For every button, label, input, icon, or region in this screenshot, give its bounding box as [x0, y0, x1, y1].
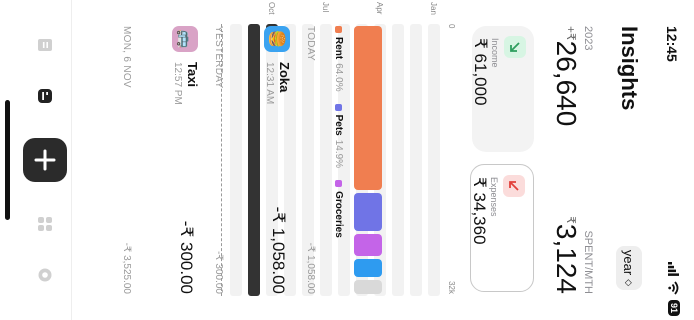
- breakdown-segment[interactable]: [354, 26, 382, 190]
- summary-year: 2023: [582, 26, 594, 51]
- day-label: MON, 6 NOV: [121, 26, 132, 88]
- day-total: -₹ 300.00: [213, 250, 224, 294]
- legend-swatch: [335, 26, 342, 33]
- breakdown-segment[interactable]: [354, 258, 382, 277]
- day-header: MON, 6 NOV -₹ 3,525.00: [116, 26, 132, 294]
- chart-month-label: Apr: [375, 2, 384, 15]
- transaction-row[interactable]: 🍔 Zoka 12:31 AM -₹ 1,058.00: [252, 26, 292, 294]
- battery-icon: 91: [668, 300, 680, 317]
- chart-month-label: Jul: [321, 2, 330, 13]
- expenses-value: ₹ 34,360: [470, 177, 489, 245]
- signal-icon: [668, 262, 680, 276]
- transaction-time: 12:57 PM: [172, 62, 183, 105]
- day-label: TODAY: [305, 26, 316, 62]
- net-value: 26,640: [551, 40, 582, 127]
- spent-prefix: ₹: [564, 216, 578, 224]
- axis-min-label: 0: [447, 24, 456, 29]
- day-header: YESTERDAY -₹ 300.00: [208, 26, 224, 294]
- transaction-amount: -₹ 1,058.00: [269, 206, 288, 294]
- category-breakdown-bar[interactable]: [354, 26, 382, 295]
- transaction-name: Zoka: [277, 62, 292, 93]
- legend-name: Rent: [333, 37, 344, 60]
- spent-per-month: ₹ 3,124: [550, 216, 582, 294]
- tab-settings[interactable]: [32, 266, 55, 284]
- legend-item[interactable]: Groceries: [333, 180, 344, 242]
- legend-swatch: [335, 180, 342, 188]
- transaction-row[interactable]: 🚌 Taxi 12:57 PM -₹ 300.00: [160, 26, 200, 294]
- breakdown-segment[interactable]: [354, 233, 382, 256]
- net-prefix: +₹: [564, 26, 578, 41]
- insights-screen: 12:45 91 Insights year ◇ 2023 +₹ 26,640 …: [0, 0, 694, 320]
- chart-month-label: Jan: [429, 2, 438, 15]
- income-value: ₹ 61,000: [471, 38, 490, 106]
- tab-add[interactable]: [19, 137, 68, 182]
- legend-name: Pets: [333, 114, 344, 136]
- transaction-name: Taxi: [185, 62, 200, 88]
- arrow-down-left-icon: [503, 175, 525, 197]
- plus-icon: [19, 137, 68, 182]
- tab-transactions[interactable]: [32, 36, 55, 54]
- legend-percent: 14.9%: [333, 139, 344, 169]
- tab-row: [15, 0, 71, 320]
- period-selector-label: year: [621, 249, 637, 276]
- breakdown-segment[interactable]: [354, 279, 382, 295]
- wifi-icon: [668, 281, 679, 295]
- tab-bar: [0, 0, 72, 320]
- axis-max-label: 32k: [447, 281, 456, 294]
- breakdown-segment[interactable]: [354, 192, 382, 231]
- spent-per-month-label: SPENT/MTH: [582, 230, 594, 294]
- chart-bar-track: [410, 24, 422, 296]
- gear-icon: [32, 266, 55, 284]
- expenses-card[interactable]: Expenses ₹ 34,360: [470, 164, 534, 292]
- day-label: YESTERDAY: [213, 26, 224, 89]
- legend-item[interactable]: Rent 64.0%: [333, 26, 344, 92]
- net-total: +₹ 26,640: [550, 26, 582, 126]
- transaction-amount: -₹ 300.00: [177, 220, 196, 294]
- category-legend: Rent 64.0% Pets 14.9% Groceries: [333, 26, 344, 242]
- chart-month-label: Oct: [267, 2, 276, 15]
- legend-percent: 64.0%: [333, 63, 344, 92]
- day-total: -₹ 1,058.00: [305, 242, 316, 294]
- day-header: TODAY -₹ 1,058.00: [300, 26, 316, 294]
- chart-bar-track: [230, 24, 242, 296]
- home-indicator: [5, 100, 10, 220]
- transaction-icon: 🚌: [172, 26, 198, 52]
- chart-bar-track: [428, 24, 440, 296]
- arrow-down-right-icon: [504, 36, 526, 58]
- ledger-icon: [32, 36, 55, 54]
- day-total: -₹ 3,525.00: [121, 242, 132, 294]
- tab-insights[interactable]: [32, 87, 55, 105]
- status-icons: 91: [668, 262, 680, 317]
- status-time: 12:45: [664, 26, 680, 62]
- legend-item[interactable]: Pets 14.9%: [333, 103, 344, 169]
- tab-categories[interactable]: [32, 215, 55, 233]
- chevron-updown-icon: ◇: [624, 279, 635, 287]
- income-label: Income: [490, 38, 500, 68]
- insights-icon: [32, 87, 55, 105]
- income-card[interactable]: Income ₹ 61,000: [471, 26, 534, 152]
- spent-value: 3,124: [551, 223, 582, 294]
- page-title: Insights: [617, 26, 642, 111]
- grid-icon: [32, 215, 55, 233]
- legend-name: Groceries: [333, 191, 344, 238]
- transaction-icon: 🍔: [264, 26, 290, 52]
- chart-bar-track: [392, 24, 404, 296]
- period-selector[interactable]: year ◇: [616, 246, 642, 290]
- transaction-time: 12:31 AM: [264, 62, 275, 105]
- legend-swatch: [335, 103, 342, 111]
- chart-bar-track: [320, 24, 332, 296]
- expenses-label: Expenses: [489, 177, 499, 217]
